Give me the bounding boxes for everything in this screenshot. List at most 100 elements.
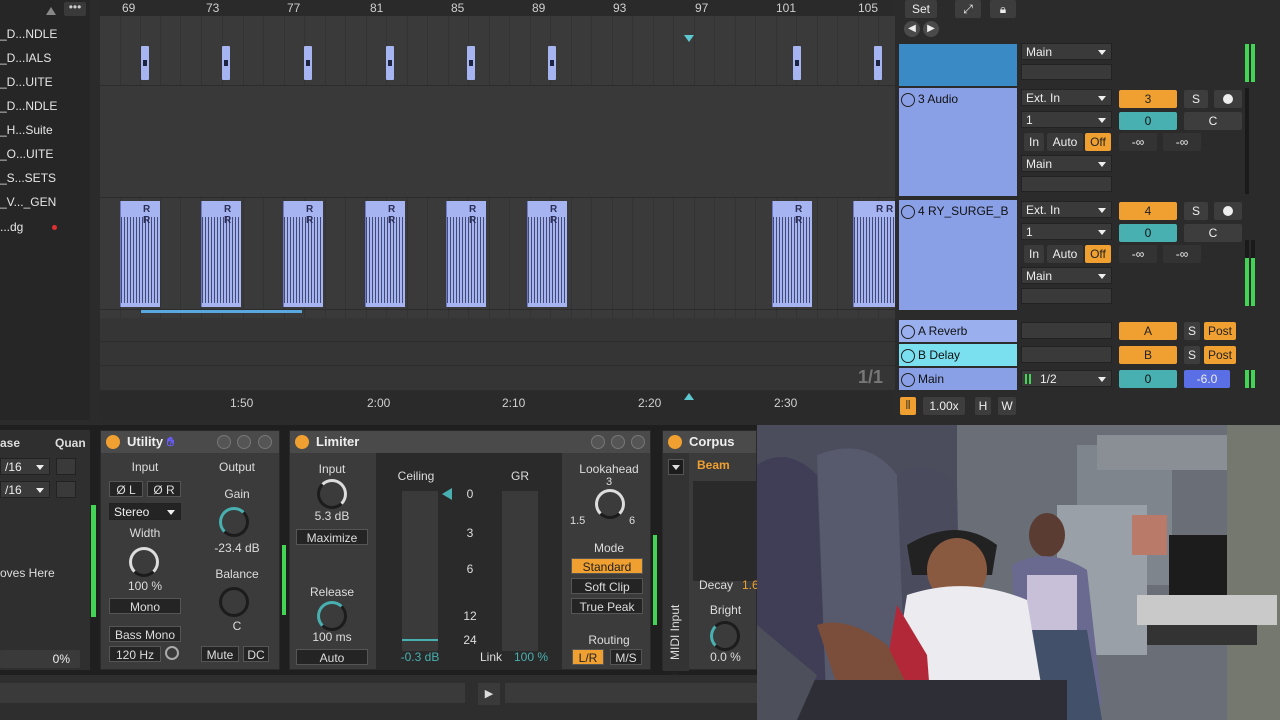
main-track[interactable]: Main bbox=[899, 368, 1017, 390]
loop-brace[interactable] bbox=[141, 310, 302, 313]
release-value[interactable]: 100 ms bbox=[290, 630, 374, 644]
release-knob[interactable] bbox=[317, 601, 347, 631]
track-number[interactable]: 4 bbox=[1119, 202, 1177, 220]
return-letter[interactable]: B bbox=[1119, 346, 1177, 364]
set-button[interactable]: Set bbox=[905, 0, 937, 18]
bright-knob[interactable] bbox=[710, 621, 740, 651]
fold-icon[interactable] bbox=[901, 92, 915, 107]
main-volume[interactable]: -6.0 bbox=[1184, 370, 1230, 388]
input-knob[interactable] bbox=[317, 479, 347, 509]
browser-item[interactable]: _D...UITE bbox=[0, 71, 53, 93]
return-lane-b[interactable] bbox=[100, 342, 895, 366]
device-on-icon[interactable] bbox=[295, 435, 309, 449]
fold-icon[interactable] bbox=[901, 348, 915, 363]
headphone-icon[interactable] bbox=[165, 646, 179, 660]
midi-clip[interactable] bbox=[222, 46, 230, 80]
audio-clip[interactable]: R R bbox=[283, 201, 323, 307]
play-icon[interactable]: ▶ bbox=[478, 683, 500, 705]
audio-clip[interactable]: R R bbox=[853, 201, 895, 307]
device-menu-icon[interactable] bbox=[258, 435, 272, 449]
expand-icon[interactable]: ⤢ bbox=[955, 0, 981, 18]
midi-clip[interactable] bbox=[548, 46, 556, 80]
browser-item[interactable]: _V..._GEN bbox=[0, 191, 56, 213]
track-number[interactable]: 3 bbox=[1119, 90, 1177, 108]
input-value[interactable]: 5.3 dB bbox=[290, 509, 374, 523]
device-on-icon[interactable] bbox=[668, 435, 682, 449]
midi-clip[interactable] bbox=[467, 46, 475, 80]
width-knob[interactable] bbox=[129, 547, 159, 577]
lock-icon[interactable]: 🔒︎ bbox=[990, 0, 1016, 18]
solo-button[interactable]: S bbox=[1184, 346, 1200, 364]
hot-swap-icon[interactable] bbox=[591, 435, 605, 449]
midi-clip[interactable] bbox=[141, 46, 149, 80]
return-lane-a[interactable] bbox=[100, 318, 895, 342]
device-header[interactable]: Corpus bbox=[663, 431, 756, 453]
input-type-select[interactable]: Ext. In bbox=[1021, 89, 1112, 106]
device-on-icon[interactable] bbox=[106, 435, 120, 449]
monitor-off-button[interactable]: Off bbox=[1085, 133, 1111, 151]
audio-clip[interactable]: R R bbox=[772, 201, 812, 307]
arm-button[interactable] bbox=[1214, 202, 1242, 220]
balance-knob[interactable] bbox=[219, 587, 249, 617]
phase-r-button[interactable]: Ø R bbox=[147, 481, 181, 497]
return-track-b[interactable]: B Delay bbox=[899, 344, 1017, 366]
gain-value[interactable]: -23.4 dB bbox=[193, 541, 281, 555]
arrangement-view[interactable]: 69 73 77 81 85 89 93 97 101 105 R R R R … bbox=[100, 0, 895, 420]
fold-icon[interactable] bbox=[901, 324, 915, 339]
h-toggle[interactable]: H bbox=[975, 397, 991, 415]
solo-button[interactable]: S bbox=[1184, 202, 1208, 220]
w-toggle[interactable]: W bbox=[998, 397, 1016, 415]
output-select[interactable]: Main bbox=[1021, 155, 1112, 172]
lookahead-knob[interactable] bbox=[595, 489, 625, 519]
gain-knob[interactable] bbox=[219, 507, 249, 537]
nav-left-icon[interactable]: ◀ bbox=[904, 21, 920, 37]
percent-field[interactable]: 0% bbox=[0, 650, 80, 668]
input-type-select[interactable]: Ext. In bbox=[1021, 201, 1112, 218]
maximize-button[interactable]: Maximize bbox=[296, 529, 368, 545]
quantize-select[interactable]: /16 bbox=[0, 458, 50, 475]
fold-icon[interactable] bbox=[901, 204, 915, 219]
output-sub-field[interactable] bbox=[1021, 64, 1112, 80]
track-lane-3-audio[interactable] bbox=[100, 86, 895, 198]
status-field[interactable] bbox=[505, 683, 757, 703]
bright-value[interactable]: 0.0 % bbox=[693, 650, 758, 664]
ms-button[interactable]: M/S bbox=[610, 649, 642, 665]
browser-item[interactable]: _D...NDLE bbox=[0, 95, 57, 117]
dc-button[interactable]: DC bbox=[243, 646, 269, 662]
return-letter[interactable]: A bbox=[1119, 322, 1177, 340]
ceiling-value[interactable]: -0.3 dB bbox=[390, 650, 450, 664]
true-peak-button[interactable]: True Peak bbox=[571, 598, 643, 614]
standard-button[interactable]: Standard bbox=[571, 558, 643, 574]
output-sub-field[interactable] bbox=[1021, 176, 1112, 192]
output-sub-field[interactable] bbox=[1021, 288, 1112, 304]
balance-value[interactable]: C bbox=[193, 619, 281, 633]
preset-name[interactable]: Beam bbox=[697, 458, 730, 472]
midi-clip[interactable] bbox=[874, 46, 882, 80]
midi-input-strip[interactable]: MIDI Input bbox=[663, 453, 689, 679]
monitor-auto-button[interactable]: Auto bbox=[1047, 133, 1083, 151]
volume-value[interactable]: -∞ bbox=[1119, 133, 1157, 151]
browser-item[interactable]: _D...IALS bbox=[0, 47, 51, 69]
post-button[interactable]: Post bbox=[1204, 346, 1236, 364]
save-icon[interactable] bbox=[237, 435, 251, 449]
browser-item[interactable]: ...dg bbox=[0, 216, 23, 238]
return-routing-field[interactable] bbox=[1021, 346, 1112, 363]
output-select[interactable]: Main bbox=[1021, 43, 1112, 60]
nav-right-icon[interactable]: ▶ bbox=[923, 21, 939, 37]
hot-swap-icon[interactable] bbox=[217, 435, 231, 449]
save-icon[interactable] bbox=[611, 435, 625, 449]
browser-item[interactable]: _S...SETS bbox=[0, 167, 56, 189]
browser-item[interactable]: _O...UITE bbox=[0, 143, 53, 165]
monitor-off-button[interactable]: Off bbox=[1085, 245, 1111, 263]
quantize-field[interactable] bbox=[56, 481, 76, 498]
input-channel-select[interactable]: 1 bbox=[1021, 111, 1112, 128]
track-header-3-audio[interactable]: 3 Audio bbox=[899, 88, 1017, 196]
post-button[interactable]: Post bbox=[1204, 322, 1236, 340]
return-track-a[interactable]: A Reverb bbox=[899, 320, 1017, 342]
lr-button[interactable]: L/R bbox=[572, 649, 604, 665]
pan-center[interactable]: C bbox=[1184, 112, 1242, 130]
audio-clip[interactable]: R R bbox=[446, 201, 486, 307]
browser-item[interactable]: _D...NDLE bbox=[0, 23, 57, 45]
link-value[interactable]: 100 % bbox=[508, 650, 554, 664]
stereo-select[interactable]: Stereo bbox=[109, 503, 181, 520]
